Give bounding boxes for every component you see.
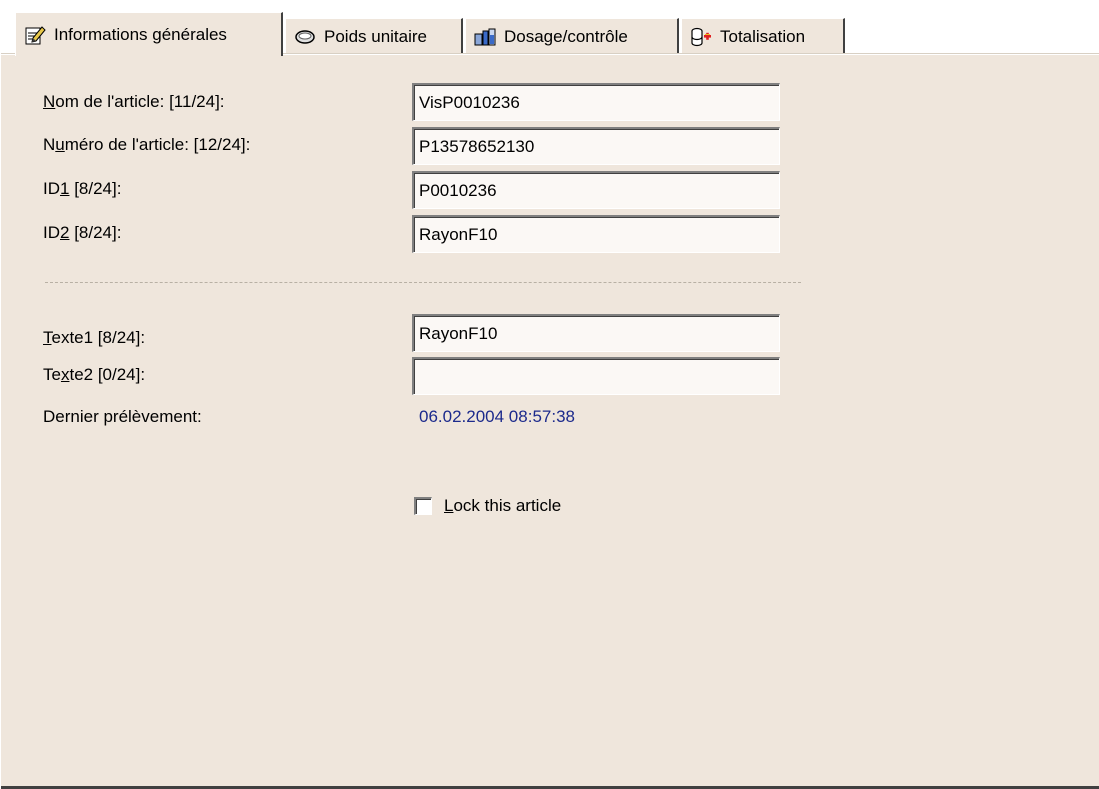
id1-label: ID1 [8/24]:: [43, 179, 122, 198]
tab-totalisation[interactable]: Totalisation: [681, 18, 845, 54]
tab-dosage-controle[interactable]: Dosage/contrôle: [465, 18, 679, 54]
notepad-edit-icon: [24, 24, 46, 46]
id1-input[interactable]: [412, 171, 780, 209]
lock-article-label[interactable]: Lock this article: [444, 496, 561, 516]
texte1-label: Texte1 [8/24]:: [43, 328, 146, 347]
nom-article-input[interactable]: [412, 83, 780, 121]
tab-poids-unitaire[interactable]: Poids unitaire: [285, 18, 463, 54]
dernier-prelevement-label: Dernier prélèvement:: [43, 407, 202, 426]
section-separator: [45, 282, 801, 283]
tab-informations-generales[interactable]: Informations générales: [15, 12, 283, 56]
texte1-input[interactable]: [412, 314, 780, 352]
tab-label: Poids unitaire: [324, 26, 428, 46]
tab-label: Informations générales: [54, 24, 227, 44]
numero-article-input[interactable]: [412, 127, 780, 165]
tab-label: Dosage/contrôle: [504, 26, 628, 46]
weight-icon: [294, 26, 316, 48]
lock-article-checkbox[interactable]: [414, 497, 432, 515]
dosage-icon: [474, 26, 496, 48]
lock-article-checkbox-row[interactable]: Lock this article: [414, 496, 561, 516]
article-dialog: Informations générales Poids unitaire Do…: [0, 0, 1099, 789]
tab-label: Totalisation: [720, 26, 806, 46]
tab-strip: Informations générales Poids unitaire Do…: [1, 0, 1099, 56]
dernier-prelevement-value: 06.02.2004 08:57:38: [419, 407, 575, 426]
informations-generales-panel: Nom de l'article: [11/24]: Numéro de l'a…: [1, 55, 1099, 789]
numero-article-label: Numéro de l'article: [12/24]:: [43, 135, 251, 154]
nom-article-label: Nom de l'article: [11/24]:: [43, 92, 225, 111]
id2-input[interactable]: [412, 215, 780, 253]
id2-label: ID2 [8/24]:: [43, 223, 122, 242]
texte2-label: Texte2 [0/24]:: [43, 365, 146, 384]
totalisation-icon: [690, 26, 712, 48]
texte2-input[interactable]: [412, 357, 780, 395]
